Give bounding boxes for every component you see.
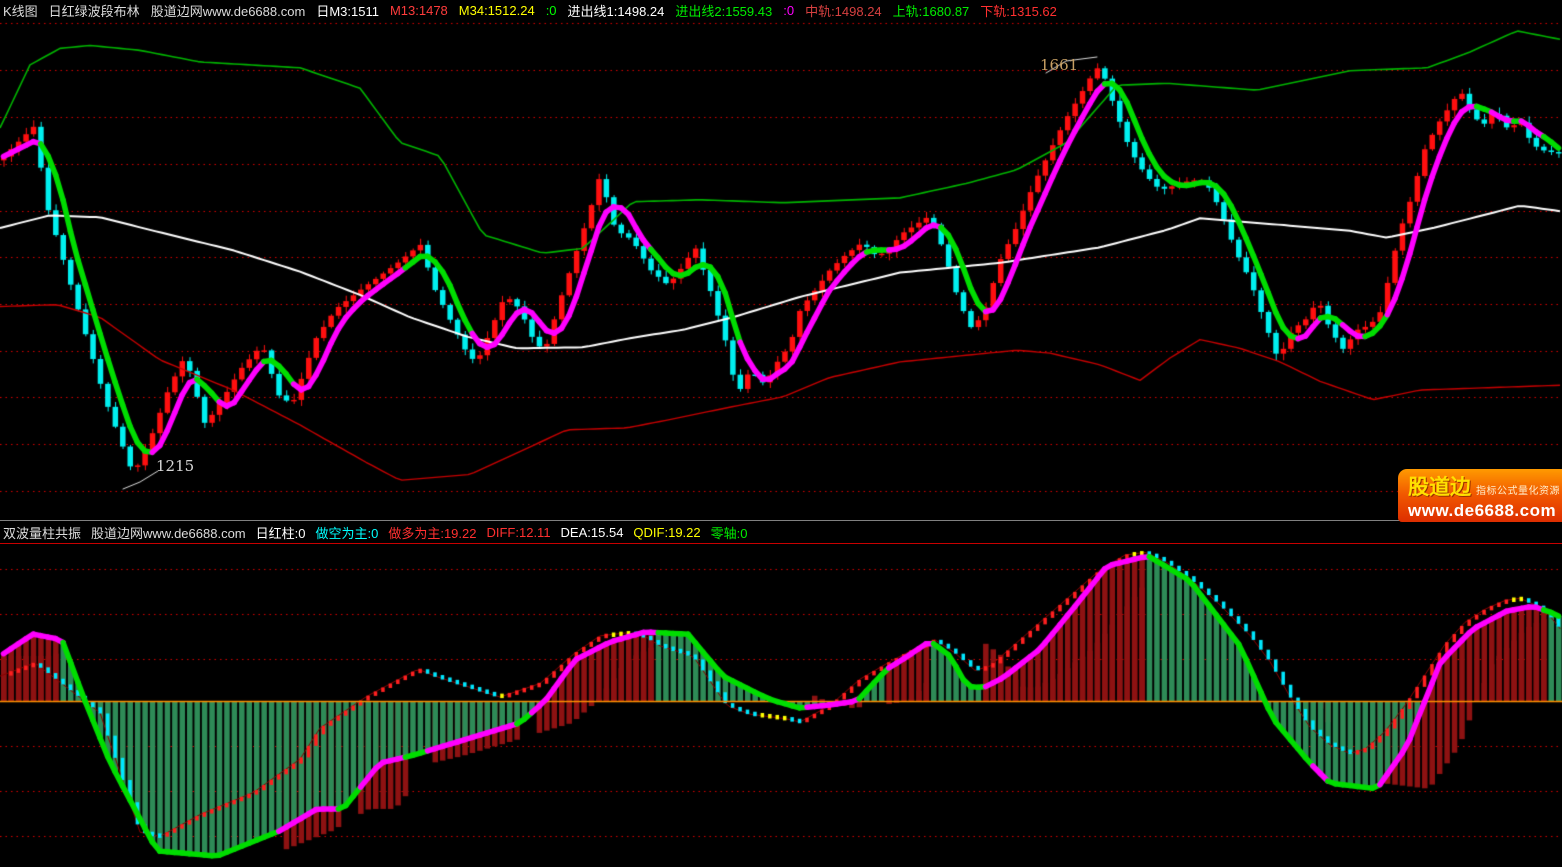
legend-item: :0 [546,3,557,18]
legend-item: DEA:15.54 [561,525,624,540]
price-annotation-low: 1215 [156,457,194,475]
legend-item: 零轴:0 [711,523,748,542]
legend-item: 股道边网www.de6688.com [151,1,306,20]
legend-item: 做空为主:0 [315,523,378,542]
logo-brand: 股道边 [1408,471,1471,501]
legend-item: :0 [783,3,794,18]
legend-item: 进出线2:1559.43 [675,1,772,20]
legend-item: 下轨:1315.62 [980,1,1057,20]
legend-item: DIFF:12.11 [486,525,550,540]
legend-item: 做多为主:19.22 [388,523,476,542]
legend-item: 中轨:1498.24 [805,1,882,20]
legend-item: 日红柱:0 [256,523,306,542]
legend-item: 股道边网www.de6688.com [91,523,246,542]
legend-item: M13:1478 [390,3,448,18]
panel-separator [0,520,1562,521]
price-annotation-high: 1661 [1040,56,1078,74]
chart-canvas[interactable] [0,0,1562,867]
logo-tagline: 指标公式量化资源 [1476,482,1560,497]
legend-item: 日M3:1511 [316,1,379,20]
legend-item: M34:1512.24 [459,3,535,18]
legend-item: 进出线1:1498.24 [568,1,665,20]
logo-row: 股道边 指标公式量化资源 [1408,471,1562,501]
site-logo-banner[interactable]: 股道边 指标公式量化资源 www.de6688.com [1398,469,1562,522]
panel2-header: 双波量柱共振股道边网www.de6688.com 日红柱:0 做空为主:0 做多为主:… [0,522,1562,544]
legend-item: 双波量柱共振 [3,523,81,542]
legend-item: QDIF:19.22 [633,525,700,540]
logo-url: www.de6688.com [1408,501,1562,521]
panel1-header: K线图日红绿波段布林股道边网www.de6688.com 日M3:1511 M13:… [0,0,1562,20]
charting-app: K线图日红绿波段布林股道边网www.de6688.com日M3:1511M13:… [0,0,1562,867]
legend-item: 日红绿波段布林 [49,1,140,20]
legend-item: 上轨:1680.87 [893,1,970,20]
legend-item: K线图 [3,1,38,20]
